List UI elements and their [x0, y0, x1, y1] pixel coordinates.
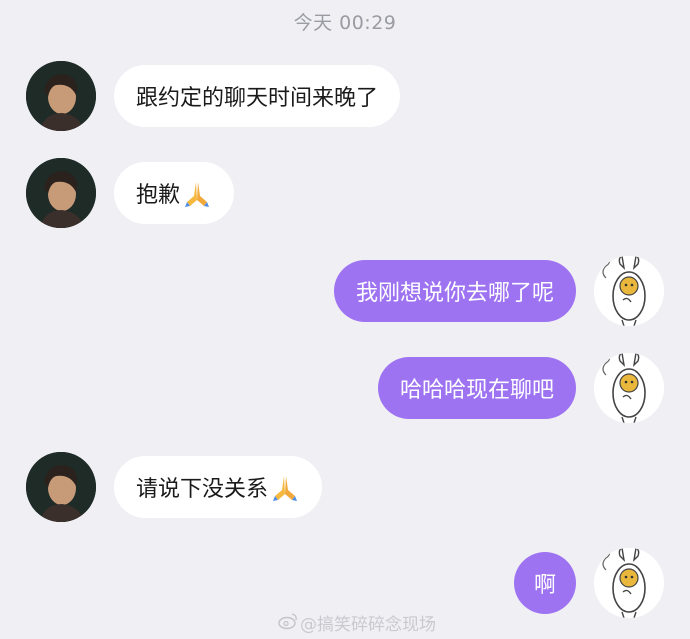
message-text: 我刚想说你去哪了呢 [355, 281, 554, 306]
message-bubble-incoming[interactable]: 抱歉 [114, 162, 235, 224]
chat-timestamp: 今天 00:29 [293, 12, 397, 34]
message-bubble-outgoing[interactable]: 哈哈哈现在聊吧 [377, 357, 576, 419]
message-text: 抱歉 [136, 183, 181, 208]
message-bubble-incoming[interactable]: 跟约定的聊天时间来晚了 [114, 65, 401, 127]
message-row-outgoing: 啊 [0, 548, 690, 618]
pray-emoji-icon [270, 472, 300, 502]
message-row-outgoing: 我刚想说你去哪了呢 [0, 256, 690, 326]
user-avatar[interactable] [594, 256, 664, 326]
message-text: 请说下没关系 [136, 477, 269, 502]
message-text: 哈哈哈现在聊吧 [399, 378, 554, 403]
user-avatar[interactable] [594, 548, 664, 618]
message-text: 啊 [533, 573, 556, 598]
message-row-outgoing: 哈哈哈现在聊吧 [0, 353, 690, 423]
message-bubble-outgoing[interactable]: 我刚想说你去哪了呢 [333, 260, 576, 322]
message-row-incoming: 抱歉 [0, 158, 690, 228]
message-bubble-incoming[interactable]: 请说下没关系 [114, 456, 323, 518]
weibo-logo-icon [278, 612, 298, 630]
message-row-incoming: 请说下没关系 [0, 452, 690, 522]
contact-avatar[interactable] [26, 61, 96, 131]
message-row-incoming: 跟约定的聊天时间来晚了 [0, 61, 690, 131]
contact-avatar[interactable] [26, 158, 96, 228]
watermark-text: @搞笑碎碎念现场 [300, 615, 436, 635]
user-avatar[interactable] [594, 353, 664, 423]
message-text: 跟约定的聊天时间来晚了 [136, 86, 379, 111]
pray-emoji-icon [182, 178, 212, 208]
contact-avatar[interactable] [26, 452, 96, 522]
message-bubble-outgoing[interactable]: 啊 [513, 552, 576, 614]
